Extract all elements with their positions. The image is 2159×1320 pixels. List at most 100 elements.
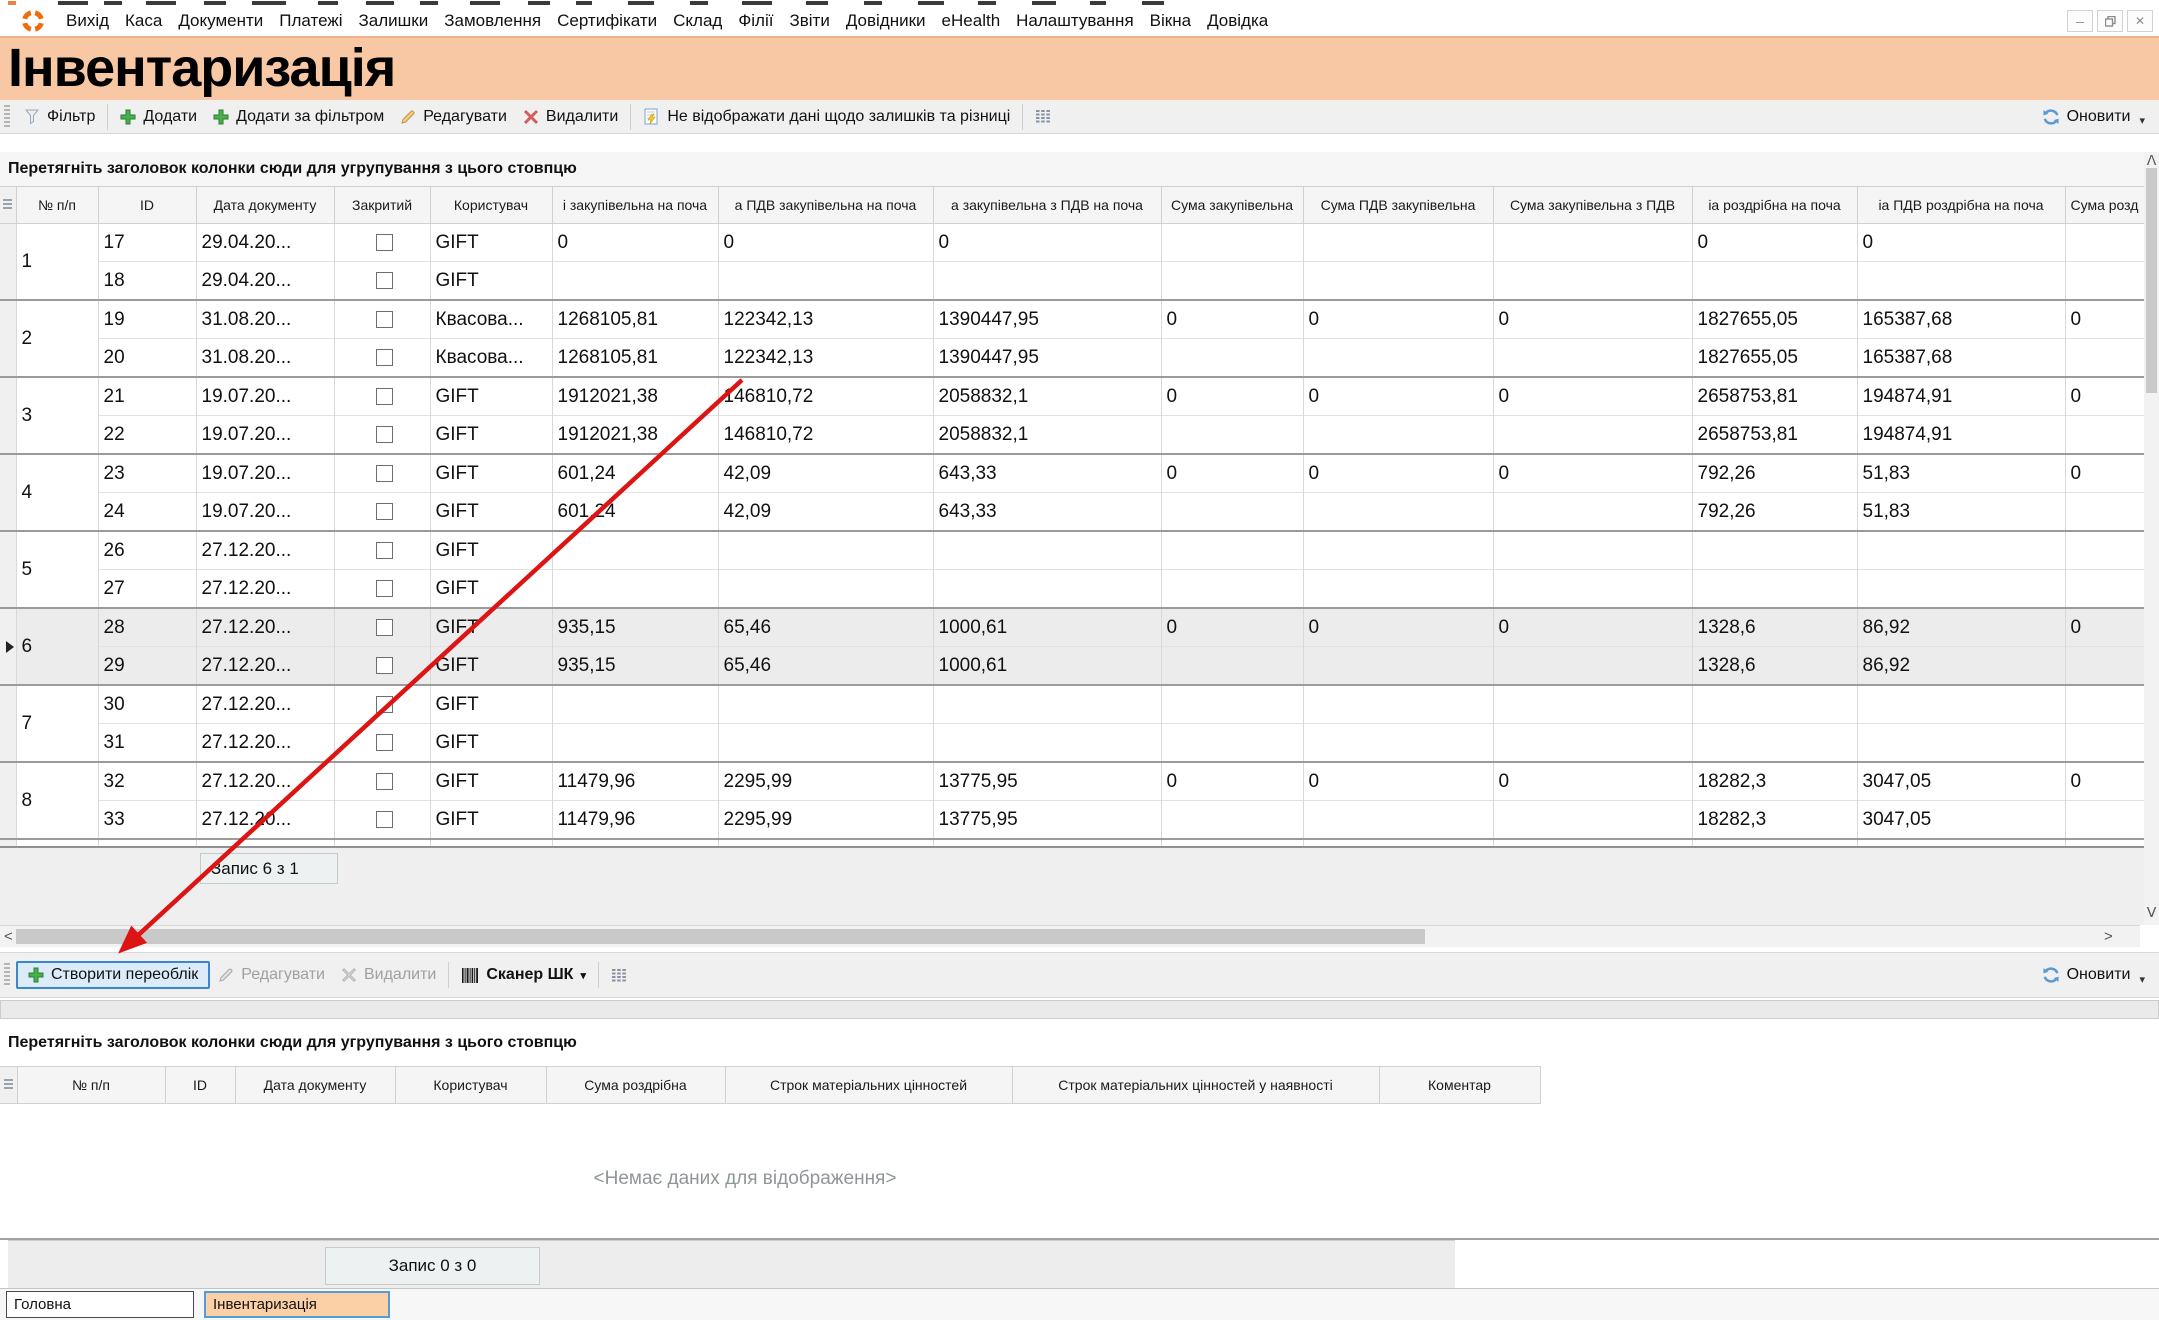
cell-value[interactable] [2065,493,2144,532]
table-row[interactable]: 3327.12.20...GIFT11479,962295,9913775,95… [0,801,2144,840]
cell-value[interactable] [1161,724,1303,763]
cell-value[interactable] [2065,224,2144,262]
add-button[interactable]: Додати [112,104,205,130]
cell-date[interactable]: 27.12.20... [196,801,334,840]
cell-value[interactable] [552,570,718,609]
menu-item-13[interactable]: Налаштування [1008,11,1142,31]
cell-value[interactable]: 0 [1161,377,1303,416]
cell-value[interactable]: 0 [2065,377,2144,416]
add-by-filter-button[interactable]: Додати за фільтром [205,104,392,130]
cell-value[interactable] [1161,262,1303,301]
close-button[interactable]: ✕ [2127,10,2153,32]
column-header[interactable]: а ПДВ закупівельна на поча [718,187,933,224]
column-header[interactable]: і закупівельна на поча [552,187,718,224]
cell-value[interactable] [2065,647,2144,686]
scroll-up-arrow[interactable]: ᐱ [2146,152,2157,169]
cell-user[interactable]: GIFT [430,377,552,416]
cell-user[interactable]: GIFT [430,762,552,801]
cell-value[interactable] [718,724,933,763]
cell-value[interactable]: 0 [1161,762,1303,801]
table-row[interactable]: 2727.12.20...GIFT [0,570,2144,609]
cell-value[interactable]: 643,33 [933,493,1161,532]
cell-value[interactable]: 63,46 [1857,839,2065,846]
cell-value[interactable] [1303,801,1493,840]
cell-value[interactable]: 0 [1303,839,1493,846]
cell-value[interactable] [2065,685,2144,724]
cell-value[interactable] [2065,531,2144,570]
cell-value[interactable] [1692,262,1857,301]
table-row[interactable]: 1829.04.20...GIFT [0,262,2144,301]
cell-id[interactable]: 30 [98,685,196,724]
cell-value[interactable]: 1390447,95 [933,300,1161,339]
filter-button[interactable]: Фільтр [16,104,103,130]
cell-value[interactable] [1493,224,1692,262]
cell-value[interactable]: 1827655,05 [1692,339,1857,378]
cell-user[interactable]: GIFT [430,262,552,301]
cell-value[interactable]: 51,83 [1857,454,2065,493]
refresh-dropdown-arrow[interactable]: ▾ [2139,973,2145,986]
toolbar-grip[interactable] [4,963,10,987]
cell-date[interactable]: 19.07.20... [196,454,334,493]
closed-checkbox[interactable] [376,426,393,443]
cell-value[interactable] [2065,801,2144,840]
cell-id[interactable]: 33 [98,801,196,840]
cell-value[interactable]: 3047,05 [1857,762,2065,801]
cell-user[interactable]: GIFT [430,608,552,647]
cell-value[interactable] [718,262,933,301]
menu-item-6[interactable]: Замовлення [436,11,549,31]
table-row[interactable]: 21931.08.20...Квасова...1268105,81122342… [0,300,2144,339]
cell-value[interactable]: 2658753,81 [1692,416,1857,455]
cell-date[interactable]: 27.12.20... [196,570,334,609]
column-header[interactable]: Сума закупівельна з ПДВ [1493,187,1692,224]
cell-group-number[interactable]: 1 [16,224,98,301]
table-row[interactable]: 52627.12.20...GIFT [0,531,2144,570]
cell-value[interactable] [933,570,1161,609]
cell-value[interactable] [1303,647,1493,686]
cell-value[interactable] [1493,801,1692,840]
cell-value[interactable] [1493,339,1692,378]
cell-value[interactable] [2065,570,2144,609]
cell-group-number[interactable]: 2 [16,300,98,377]
cell-value[interactable] [1161,493,1303,532]
cell-date[interactable]: 27.12.20... [196,685,334,724]
cell-date[interactable]: 31.08.20... [196,300,334,339]
table-row[interactable]: 83227.12.20...GIFT11479,962295,9913775,9… [0,762,2144,801]
cell-value[interactable]: 1268105,81 [552,300,718,339]
cell-date[interactable]: 27.12.20... [196,839,334,846]
scroll-down-arrow[interactable]: ᐯ [2146,904,2157,921]
cell-value[interactable] [933,685,1161,724]
cell-date[interactable]: 29.04.20... [196,262,334,301]
cell-date[interactable]: 27.12.20... [196,647,334,686]
table-row[interactable]: 73027.12.20...GIFT [0,685,2144,724]
cell-value[interactable]: 935,15 [552,647,718,686]
cell-value[interactable]: 1912021,38 [552,377,718,416]
cell-value[interactable]: 0 [1161,608,1303,647]
cell-value[interactable]: 1827655,05 [1692,300,1857,339]
cell-value[interactable]: 0 [1692,224,1857,262]
column-header[interactable]: Строк матеріальних цінностей у наявності [1012,1067,1379,1104]
cell-value[interactable] [2065,416,2144,455]
column-header[interactable]: іа роздрібна на поча [1692,187,1857,224]
table-row[interactable]: 2031.08.20...Квасова...1268105,81122342,… [0,339,2144,378]
edit-button[interactable]: Редагувати [392,104,515,130]
cell-value[interactable] [1303,262,1493,301]
cell-id[interactable]: 27 [98,570,196,609]
cell-value[interactable] [1692,724,1857,763]
cell-value[interactable] [1161,531,1303,570]
cell-value[interactable]: 146810,72 [718,377,933,416]
closed-checkbox[interactable] [376,811,393,828]
cell-user[interactable]: GIFT [430,801,552,840]
column-header[interactable]: ID [165,1067,235,1104]
cell-value[interactable]: 194874,91 [1857,377,2065,416]
minimize-button[interactable]: – [2067,10,2093,32]
cell-value[interactable] [1161,416,1303,455]
cell-user[interactable]: Квасова... [430,300,552,339]
cell-id[interactable]: 17 [98,224,196,262]
menu-item-3[interactable]: Документи [170,11,271,31]
cell-value[interactable]: 0 [2065,762,2144,801]
cell-group-number[interactable]: 4 [16,454,98,531]
cell-value[interactable] [1857,262,2065,301]
cell-date[interactable]: 27.12.20... [196,762,334,801]
closed-checkbox[interactable] [376,542,393,559]
cell-value[interactable]: 0 [1161,454,1303,493]
